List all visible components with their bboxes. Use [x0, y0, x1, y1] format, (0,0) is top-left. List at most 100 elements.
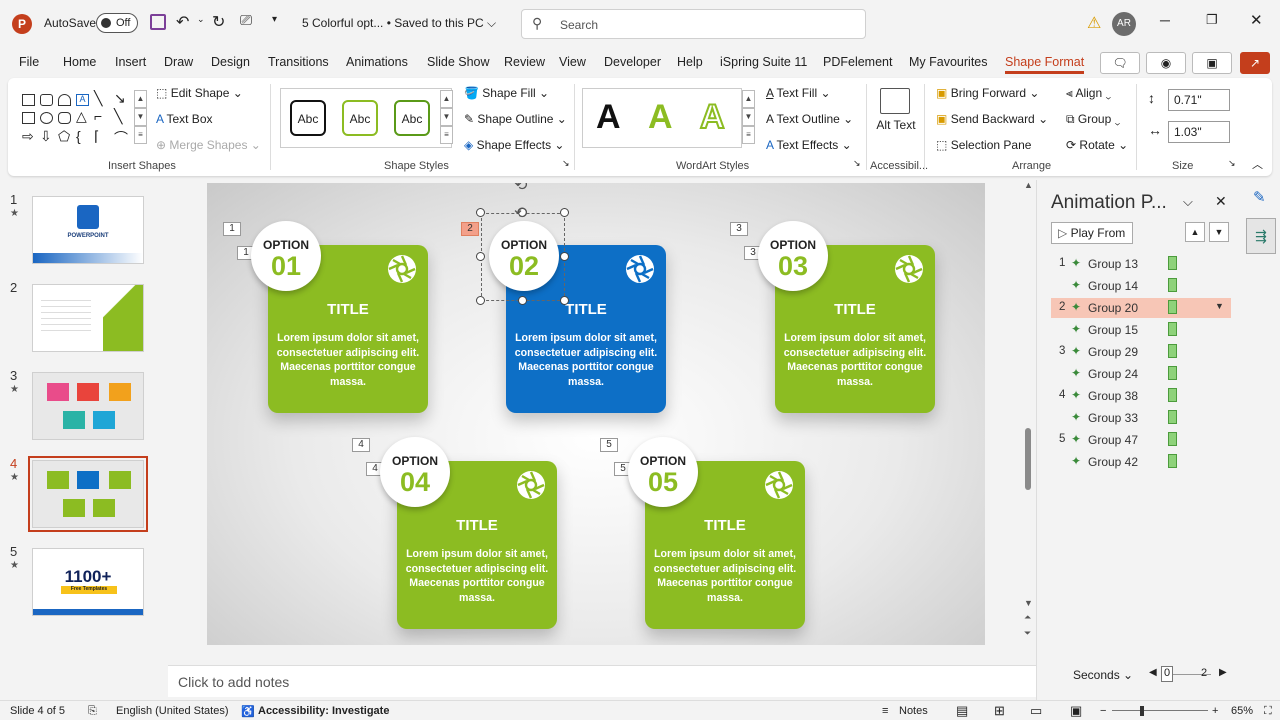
pentagon-shape-icon[interactable]: ⬠ — [58, 128, 70, 145]
shape-style-sample-3[interactable]: Abc — [394, 100, 430, 136]
merge-shapes-button[interactable]: ⊕ Merge Shapes ⌄ — [156, 138, 261, 152]
wordart-sample-2[interactable]: A — [648, 98, 673, 137]
animation-tag[interactable]: 1 — [223, 222, 241, 236]
search-box[interactable]: ⚲ Search — [521, 9, 866, 39]
slide-thumbnail-5[interactable]: 1100+ Free Templates — [32, 548, 144, 616]
wordart-scroll-down[interactable]: ▼ — [742, 108, 755, 126]
tab-design[interactable]: Design — [211, 55, 250, 69]
slide-thumbnail-4[interactable] — [28, 456, 148, 532]
tab-ispring[interactable]: iSpring Suite 11 — [720, 55, 807, 69]
autosave-toggle[interactable]: Off — [96, 13, 138, 33]
shape-fill-button[interactable]: 🪣 Shape Fill ⌄ — [464, 86, 549, 100]
edit-shape-button[interactable]: ⬚ Edit Shape ⌄ — [156, 86, 243, 100]
tab-insert[interactable]: Insert — [115, 55, 146, 69]
animation-item[interactable]: 1 ✦ Group 13 — [1051, 254, 1231, 274]
oval-shape-icon[interactable] — [40, 112, 53, 124]
text-effects-button[interactable]: A Text Effects ⌄ — [766, 138, 852, 152]
tab-pdfelement[interactable]: PDFelement — [823, 55, 892, 69]
animation-item[interactable]: ✦ Group 42 — [1051, 452, 1231, 472]
tab-transitions[interactable]: Transitions — [268, 55, 329, 69]
tab-shape-format[interactable]: Shape Format — [1005, 55, 1085, 74]
wordart-sample-1[interactable]: A — [596, 98, 621, 137]
shape-styles-launcher-icon[interactable]: ↘ — [562, 158, 570, 169]
alt-text-button[interactable]: Alt Text — [876, 118, 916, 132]
shapes-scroll-down[interactable]: ▼ — [134, 108, 147, 126]
slideshow-view-icon[interactable]: ▣ — [1070, 703, 1082, 719]
wordart-scroll-up[interactable]: ▲ — [742, 90, 755, 108]
animation-item-selected[interactable]: 2 ✦ Group 20 ▼ — [1051, 298, 1231, 318]
styles-more[interactable]: ≡ — [440, 126, 453, 144]
alt-text-icon[interactable] — [880, 88, 910, 114]
dropdown-arrow-icon[interactable]: ▼ — [1215, 301, 1224, 311]
height-field[interactable]: 0.71" — [1168, 89, 1230, 111]
resize-handle[interactable] — [560, 252, 569, 261]
slide-thumbnail-2[interactable] — [32, 284, 144, 352]
minimize-icon[interactable]: ─ — [1160, 12, 1170, 28]
resize-handle[interactable] — [518, 296, 527, 305]
resize-handle[interactable] — [476, 208, 485, 217]
slide-canvas[interactable]: 1 TITLE Lorem ipsum dolor sit amet, cons… — [207, 183, 985, 645]
language[interactable]: English (United States) — [116, 705, 229, 717]
zoom-in-icon[interactable]: + — [1212, 705, 1218, 717]
arc-shape-icon[interactable] — [58, 94, 71, 106]
option-badge-3[interactable]: OPTION 03 — [758, 221, 828, 291]
notes-button[interactable]: Notes — [899, 705, 928, 717]
tab-home[interactable]: Home — [63, 55, 96, 69]
search-input[interactable]: Search — [560, 18, 598, 32]
arrow-line-shape-icon[interactable]: ↘ — [114, 90, 126, 107]
brace-shape-icon[interactable]: { — [76, 128, 81, 144]
width-field[interactable]: 1.03" — [1168, 121, 1230, 143]
record-button[interactable]: ◉ — [1146, 52, 1186, 74]
text-fill-button[interactable]: A Text Fill ⌄ — [766, 86, 831, 100]
undo-icon[interactable]: ↶ — [176, 12, 189, 32]
animation-item[interactable]: ✦ Group 33 — [1051, 408, 1231, 428]
animation-tag[interactable]: 3 — [730, 222, 748, 236]
animation-item[interactable]: ✦ Group 24 — [1051, 364, 1231, 384]
accessibility-status[interactable]: Accessibility: Investigate — [258, 705, 389, 717]
freeform-shape-icon[interactable]: ╲ — [114, 108, 122, 125]
animation-item[interactable]: 5 ✦ Group 47 — [1051, 430, 1231, 450]
save-icon[interactable] — [150, 14, 166, 30]
share-button[interactable]: ↗ — [1240, 52, 1270, 74]
accessibility-icon[interactable]: ♿ — [241, 705, 255, 718]
triangle-shape-icon[interactable]: △ — [76, 108, 87, 125]
arrow-right-shape-icon[interactable]: ⇨ — [22, 128, 34, 145]
tab-slide-show[interactable]: Slide Show — [427, 55, 490, 69]
zoom-level[interactable]: 65% — [1231, 705, 1253, 717]
align-button[interactable]: ⫷ Align ⌄ — [1066, 86, 1111, 101]
tab-my-favourites[interactable]: My Favourites — [909, 55, 988, 69]
tab-file[interactable]: File — [19, 55, 39, 69]
slide-thumbnail-3[interactable] — [32, 372, 144, 440]
selection-pane-button[interactable]: ⬚ Selection Pane — [936, 138, 1031, 152]
send-backward-button[interactable]: ▣ Send Backward ⌄ — [936, 112, 1048, 126]
animation-item[interactable]: ✦ Group 15 — [1051, 320, 1231, 340]
close-icon[interactable]: ✕ — [1250, 11, 1263, 29]
tab-animations[interactable]: Animations — [346, 55, 408, 69]
editor-scrollbar-thumb[interactable] — [1025, 428, 1031, 490]
wordart-more[interactable]: ≡ — [742, 126, 755, 144]
normal-view-icon[interactable]: ▤ — [956, 703, 968, 719]
spellcheck-icon[interactable]: ⎘ — [88, 705, 97, 718]
line-shape-icon[interactable]: ╲ — [94, 90, 102, 107]
tab-developer[interactable]: Developer — [604, 55, 661, 69]
quick-access-more-icon[interactable]: ▾ — [272, 14, 277, 25]
document-title[interactable]: 5 Colorful opt... • Saved to this PC ⌵ — [302, 16, 496, 31]
animation-tag[interactable]: 5 — [600, 438, 618, 452]
styles-scroll-down[interactable]: ▼ — [440, 108, 453, 126]
chevron-down-icon[interactable]: ⌵ — [1183, 194, 1193, 210]
animation-item[interactable]: ✦ Group 14 — [1051, 276, 1231, 296]
notes-placeholder[interactable]: Click to add notes — [178, 674, 289, 690]
zoom-out-icon[interactable]: − — [1100, 705, 1106, 717]
comments-button[interactable]: 🗨 — [1100, 52, 1140, 74]
play-from-button[interactable]: ▷ Play From — [1051, 222, 1133, 244]
shape-outline-button[interactable]: ✎ Shape Outline ⌄ — [464, 112, 567, 126]
shape-style-sample-2[interactable]: Abc — [342, 100, 378, 136]
animation-tag[interactable]: 4 — [352, 438, 370, 452]
present-icon[interactable]: ⎚ — [240, 12, 252, 29]
timeline-right-icon[interactable]: ▶ — [1219, 667, 1227, 678]
slide-sorter-icon[interactable]: ⊞ — [994, 703, 1005, 719]
rotate-button[interactable]: ⟳ Rotate ⌄ — [1066, 138, 1128, 152]
shapes-scroll-up[interactable]: ▲ — [134, 90, 147, 108]
design-tool-icon[interactable]: ✎ — [1253, 188, 1266, 206]
undo-dropdown-icon[interactable]: ⌄ — [197, 14, 205, 25]
